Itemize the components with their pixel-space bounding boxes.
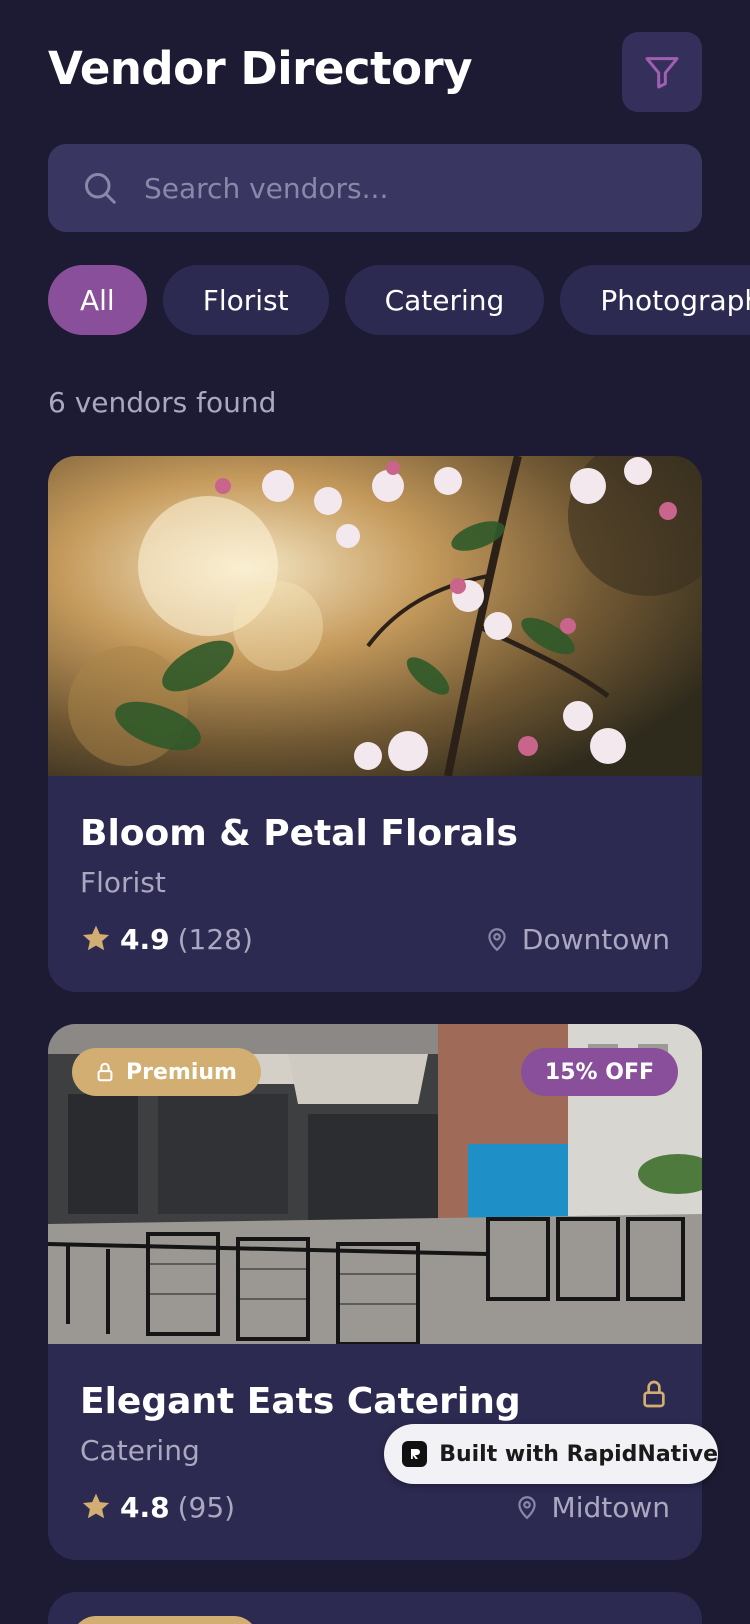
lock-icon [97, 1062, 113, 1082]
discount-badge: 15% OFF [520, 1048, 678, 1096]
vendor-category: Florist [80, 865, 166, 899]
vendor-info: Bloom & Petal Florals Florist 4.9 (128) … [48, 776, 702, 963]
page-title: Vendor Directory [48, 42, 473, 95]
map-pin-icon [488, 928, 506, 952]
search-icon [85, 173, 116, 204]
location-text: Midtown [551, 1490, 670, 1524]
vendor-card[interactable] [48, 1592, 702, 1624]
premium-label: Premium [126, 1059, 237, 1085]
premium-badge [72, 1616, 258, 1624]
rating-score: 4.9 [120, 922, 170, 956]
premium-badge: Premium [72, 1048, 261, 1096]
vendor-rating: 4.8 (95) [80, 1491, 235, 1524]
built-with-label: Built with RapidNative [439, 1441, 718, 1467]
category-filters: All Florist Catering Photography [48, 265, 750, 335]
vendor-name: Bloom & Petal Florals [80, 813, 518, 854]
search-bar [48, 144, 702, 232]
vendor-name: Elegant Eats Catering [80, 1381, 521, 1422]
lock-icon [643, 1380, 665, 1408]
search-input[interactable] [144, 144, 664, 232]
chip-photography[interactable]: Photography [560, 265, 750, 335]
chip-florist[interactable]: Florist [162, 265, 329, 335]
star-icon [82, 925, 110, 951]
vendor-image-catering: Premium 15% OFF [48, 1024, 702, 1344]
vendor-location: Midtown [514, 1491, 670, 1524]
vendor-card[interactable]: Bloom & Petal Florals Florist 4.9 (128) … [48, 456, 702, 992]
review-count: (95) [177, 1490, 236, 1524]
vendor-meta: 4.8 (95) Midtown [80, 1491, 670, 1531]
chip-catering[interactable]: Catering [344, 265, 545, 335]
results-count: 6 vendors found [48, 386, 277, 419]
rapidnative-logo-icon [402, 1441, 428, 1467]
map-pin-icon [517, 1496, 536, 1520]
location-text: Downtown [521, 922, 670, 956]
rating-score: 4.8 [120, 1490, 170, 1524]
chip-all[interactable]: All [48, 265, 147, 335]
vendor-meta: 4.9 (128) Downtown [80, 923, 670, 963]
vendor-image-florals [48, 456, 702, 776]
filter-icon [645, 57, 679, 89]
built-with-badge[interactable]: Built with RapidNative [384, 1424, 718, 1484]
vendor-rating: 4.9 (128) [80, 923, 253, 956]
vendor-location: Downtown [484, 923, 670, 956]
star-icon [82, 1493, 110, 1519]
filter-button[interactable] [622, 32, 702, 112]
review-count: (128) [177, 922, 253, 956]
header: Vendor Directory [48, 32, 702, 112]
